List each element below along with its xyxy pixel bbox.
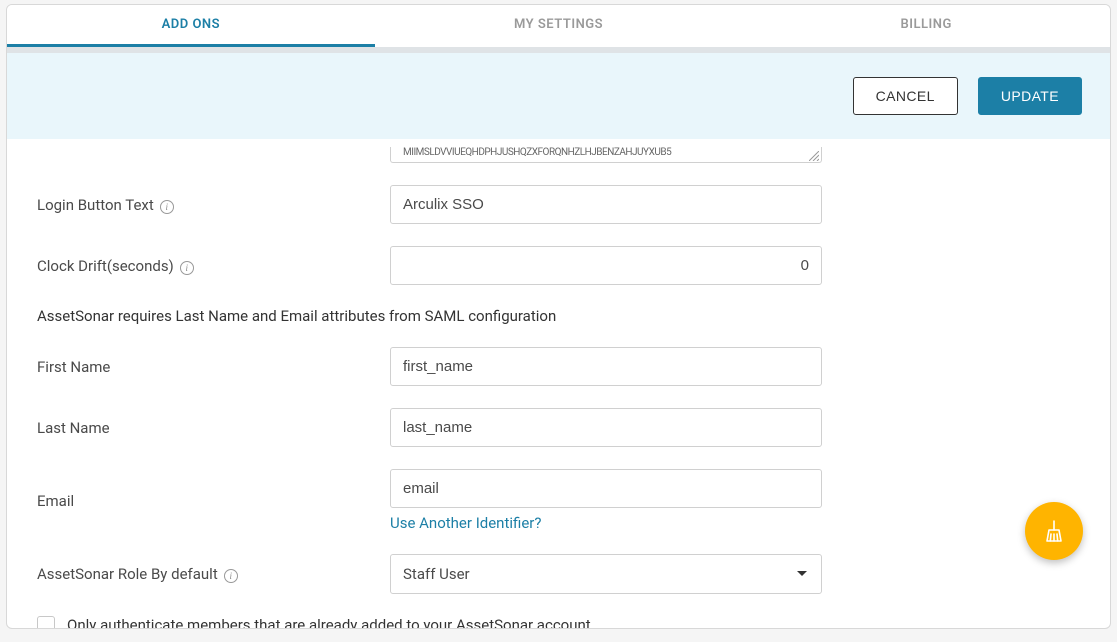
last-name-label: Last Name — [37, 419, 390, 437]
role-label: AssetSonar Role By default i — [37, 565, 390, 583]
only-members-checkbox[interactable] — [37, 616, 55, 628]
info-icon[interactable]: i — [224, 569, 238, 583]
top-tabs: ADD ONS MY SETTINGS BILLING — [7, 5, 1110, 47]
use-another-identifier-link[interactable]: Use Another Identifier? — [390, 514, 822, 532]
label-text: Last Name — [37, 419, 110, 437]
clock-drift-input[interactable] — [390, 246, 822, 285]
broom-fab-button[interactable] — [1025, 502, 1083, 560]
info-icon[interactable]: i — [160, 200, 174, 214]
info-icon[interactable]: i — [180, 261, 194, 275]
update-button[interactable]: UPDATE — [978, 77, 1082, 115]
saml-attr-note: AssetSonar requires Last Name and Email … — [37, 307, 1080, 325]
login-button-text-row: Login Button Text i — [37, 185, 1080, 224]
clock-drift-row: Clock Drift(seconds) i — [37, 246, 1080, 285]
label-text: AssetSonar Role By default — [37, 565, 218, 583]
cert-row: MIIMSLDVVIUEQHDPHJUSHQZXFORQNHZLHJBENZAH… — [37, 147, 1080, 163]
cancel-button[interactable]: CANCEL — [853, 77, 958, 115]
action-bar: CANCEL UPDATE — [7, 53, 1110, 139]
broom-icon — [1042, 519, 1066, 543]
first-name-row: First Name — [37, 347, 1080, 386]
first-name-label: First Name — [37, 358, 390, 376]
tab-add-ons[interactable]: ADD ONS — [7, 5, 375, 47]
login-button-text-input[interactable] — [390, 185, 822, 224]
clock-drift-label: Clock Drift(seconds) i — [37, 257, 390, 275]
email-input[interactable] — [390, 469, 822, 508]
form-content: MIIMSLDVVIUEQHDPHJUSHQZXFORQNHZLHJBENZAH… — [7, 139, 1110, 628]
tab-billing[interactable]: BILLING — [742, 5, 1110, 47]
tab-my-settings[interactable]: MY SETTINGS — [375, 5, 743, 47]
label-text: Login Button Text — [37, 196, 154, 214]
only-members-label: Only authenticate members that are alrea… — [67, 616, 595, 628]
label-text: Email — [37, 492, 74, 510]
last-name-row: Last Name — [37, 408, 1080, 447]
label-text: Clock Drift(seconds) — [37, 257, 174, 275]
email-label: Email — [37, 492, 390, 510]
label-text: First Name — [37, 358, 110, 376]
last-name-input[interactable] — [390, 408, 822, 447]
settings-frame: ADD ONS MY SETTINGS BILLING CANCEL UPDAT… — [6, 4, 1111, 629]
email-row: Email Use Another Identifier? — [37, 469, 1080, 532]
login-button-text-label: Login Button Text i — [37, 196, 390, 214]
resize-handle-icon — [809, 151, 819, 161]
cert-partial-text: MIIMSLDVVIUEQHDPHJUSHQZXFORQNHZLHJBENZAH… — [403, 147, 671, 158]
first-name-input[interactable] — [390, 347, 822, 386]
role-select[interactable]: Staff User — [390, 554, 822, 594]
cert-textarea-bottom[interactable]: MIIMSLDVVIUEQHDPHJUSHQZXFORQNHZLHJBENZAH… — [390, 147, 822, 163]
role-row: AssetSonar Role By default i Staff User — [37, 554, 1080, 594]
only-members-row: Only authenticate members that are alrea… — [37, 616, 1080, 628]
